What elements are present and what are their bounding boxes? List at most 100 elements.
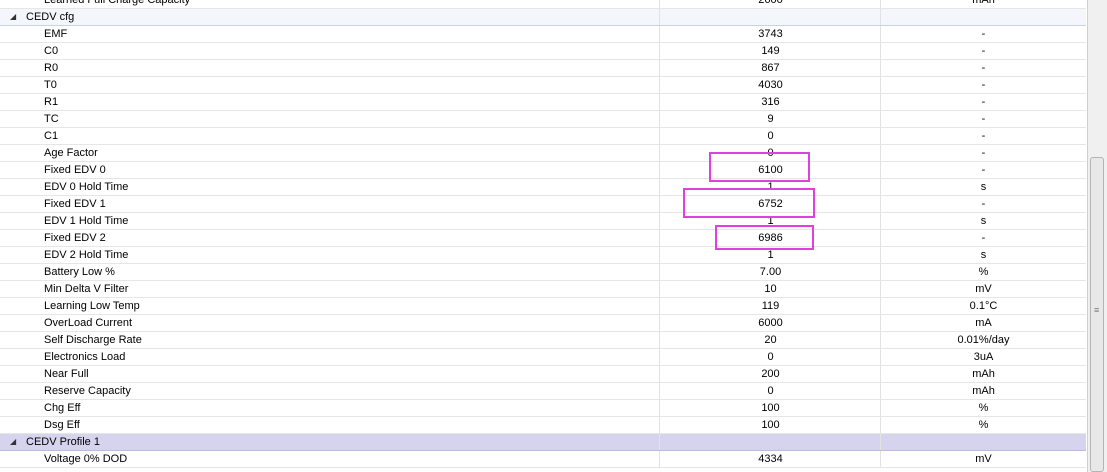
row-name: EDV 0 Hold Time <box>0 179 660 195</box>
row-value[interactable]: 9 <box>661 111 881 127</box>
row-value[interactable]: 100 <box>661 400 881 416</box>
row-unit: - <box>981 79 986 91</box>
table-row[interactable]: Electronics Load 0 3uA <box>0 349 1086 366</box>
group-name-col <box>0 434 660 450</box>
group-name-col <box>0 9 660 25</box>
row-value[interactable]: 20 <box>661 332 881 348</box>
row-name: TC <box>0 111 660 127</box>
scrollbar-thumb[interactable]: ≡ <box>1090 157 1104 472</box>
row-unit: - <box>981 28 986 40</box>
row-unit: s <box>980 215 987 227</box>
row-name: OverLoad Current <box>0 315 660 331</box>
row-unit: % <box>978 266 989 278</box>
row-value[interactable]: 100 <box>661 417 881 433</box>
row-value[interactable]: 6000 <box>661 315 881 331</box>
group-header[interactable]: ◢ CEDV Profile 1 <box>0 434 1086 451</box>
row-unit: - <box>981 147 986 159</box>
table-row[interactable]: Battery Low % 7.00% <box>0 264 1086 281</box>
row-name: R0 <box>0 60 660 76</box>
row-unit: mA <box>975 317 992 329</box>
row-name: Fixed EDV 2 <box>0 230 660 246</box>
row-value[interactable]: 149 <box>661 43 881 59</box>
row-unit: mAh <box>972 385 995 397</box>
table-row[interactable]: T0 4030 - <box>0 77 1086 94</box>
row-value[interactable]: 0 <box>661 349 881 365</box>
row-unit: - <box>981 232 986 244</box>
row-unit: - <box>981 45 986 57</box>
row-name: Age Factor <box>0 145 660 161</box>
row-unit: s <box>980 249 987 261</box>
table-row[interactable]: C1 0 - <box>0 128 1086 145</box>
row-unit: 0.1°C <box>969 300 998 312</box>
table-row[interactable]: Dsg Eff 100% <box>0 417 1086 434</box>
row-name: Self Discharge Rate <box>0 332 660 348</box>
row-unit: % <box>978 419 989 431</box>
highlight-box-fixed-edv-0 <box>709 152 810 182</box>
table-row[interactable]: Fixed EDV 0 6100- <box>0 162 1086 179</box>
row-value[interactable]: 119 <box>661 298 881 314</box>
table-row[interactable]: Voltage 0% DOD 4334 mV <box>0 451 1086 468</box>
table-row[interactable]: EDV 2 Hold Time 1 s <box>0 247 1086 264</box>
row-name: Chg Eff <box>0 400 660 416</box>
table-row[interactable]: OverLoad Current 6000 mA <box>0 315 1086 332</box>
row-value[interactable]: 3743 <box>661 26 881 42</box>
row-name: Battery Low % <box>0 264 660 280</box>
row-unit: s <box>980 181 987 193</box>
row-value[interactable]: 7.00 <box>661 264 881 280</box>
row-name: Learning Low Temp <box>0 298 660 314</box>
table-row[interactable]: EDV 0 Hold Time 1 s <box>0 179 1086 196</box>
table-row[interactable]: R0 867 - <box>0 60 1086 77</box>
highlight-box-fixed-edv-2 <box>715 225 814 250</box>
row-name: Electronics Load <box>0 349 660 365</box>
table-row[interactable]: Reserve Capacity 0 mAh <box>0 383 1086 400</box>
row-unit: mAh <box>972 0 995 6</box>
vertical-scrollbar[interactable]: ≡ <box>1087 0 1107 472</box>
group-header[interactable]: ◢ CEDV cfg <box>0 9 1086 26</box>
row-name: Near Full <box>0 366 660 382</box>
row-value[interactable]: 867 <box>661 60 881 76</box>
row-unit: 0.01%/day <box>957 334 1010 346</box>
row-name: Min Delta V Filter <box>0 281 660 297</box>
row-name: C0 <box>0 43 660 59</box>
group-unit-col <box>881 434 1086 450</box>
table-row[interactable]: Min Delta V Filter 10 mV <box>0 281 1086 298</box>
row-value[interactable]: 4030 <box>661 77 881 93</box>
row-unit: 3uA <box>973 351 994 363</box>
table-row[interactable]: Chg Eff 100% <box>0 400 1086 417</box>
group-value-col <box>661 9 881 25</box>
scroll-grip-icon: ≡ <box>1094 305 1100 315</box>
table-row[interactable]: Fixed EDV 1 6752- <box>0 196 1086 213</box>
table-row[interactable]: Learning Low Temp 119 0.1°C <box>0 298 1086 315</box>
row-unit: - <box>981 62 986 74</box>
row-name: Learned Full Charge Capacity <box>0 0 660 8</box>
row-unit: - <box>981 164 986 176</box>
row-name: Dsg Eff <box>0 417 660 433</box>
row-value[interactable]: 2600 <box>661 0 881 8</box>
row-name: EDV 2 Hold Time <box>0 247 660 263</box>
row-value[interactable]: 0 <box>661 128 881 144</box>
row-name: C1 <box>0 128 660 144</box>
row-value[interactable]: 10 <box>661 281 881 297</box>
row-value[interactable]: 200 <box>661 366 881 382</box>
row-value[interactable]: 316 <box>661 94 881 110</box>
row-name: Fixed EDV 0 <box>0 162 660 178</box>
row-unit: mV <box>975 283 992 295</box>
table-row[interactable]: Fixed EDV 2 6986- <box>0 230 1086 247</box>
row-name: T0 <box>0 77 660 93</box>
table-row[interactable]: EMF 3743 - <box>0 26 1086 43</box>
table-row[interactable]: Near Full 200 mAh <box>0 366 1086 383</box>
row-value[interactable]: 0 <box>661 383 881 399</box>
table-row[interactable]: C0 149 - <box>0 43 1086 60</box>
table-row[interactable]: TC 9 - <box>0 111 1086 128</box>
row-unit: - <box>981 130 986 142</box>
table-row[interactable]: Age Factor 0- <box>0 145 1086 162</box>
table-row[interactable]: Learned Full Charge Capacity 2600 mAh <box>0 0 1086 9</box>
row-value[interactable]: 4334 <box>661 451 881 467</box>
table-row[interactable]: EDV 1 Hold Time 1 s <box>0 213 1086 230</box>
table-row[interactable]: R1 316 - <box>0 94 1086 111</box>
row-name: Fixed EDV 1 <box>0 196 660 212</box>
row-unit: - <box>981 198 986 210</box>
data-grid[interactable]: Learned Full Charge Capacity 2600 mAh ◢ CEDV… <box>0 0 1086 468</box>
table-row[interactable]: Self Discharge Rate 20 0.01%/day <box>0 332 1086 349</box>
row-name: Reserve Capacity <box>0 383 660 399</box>
